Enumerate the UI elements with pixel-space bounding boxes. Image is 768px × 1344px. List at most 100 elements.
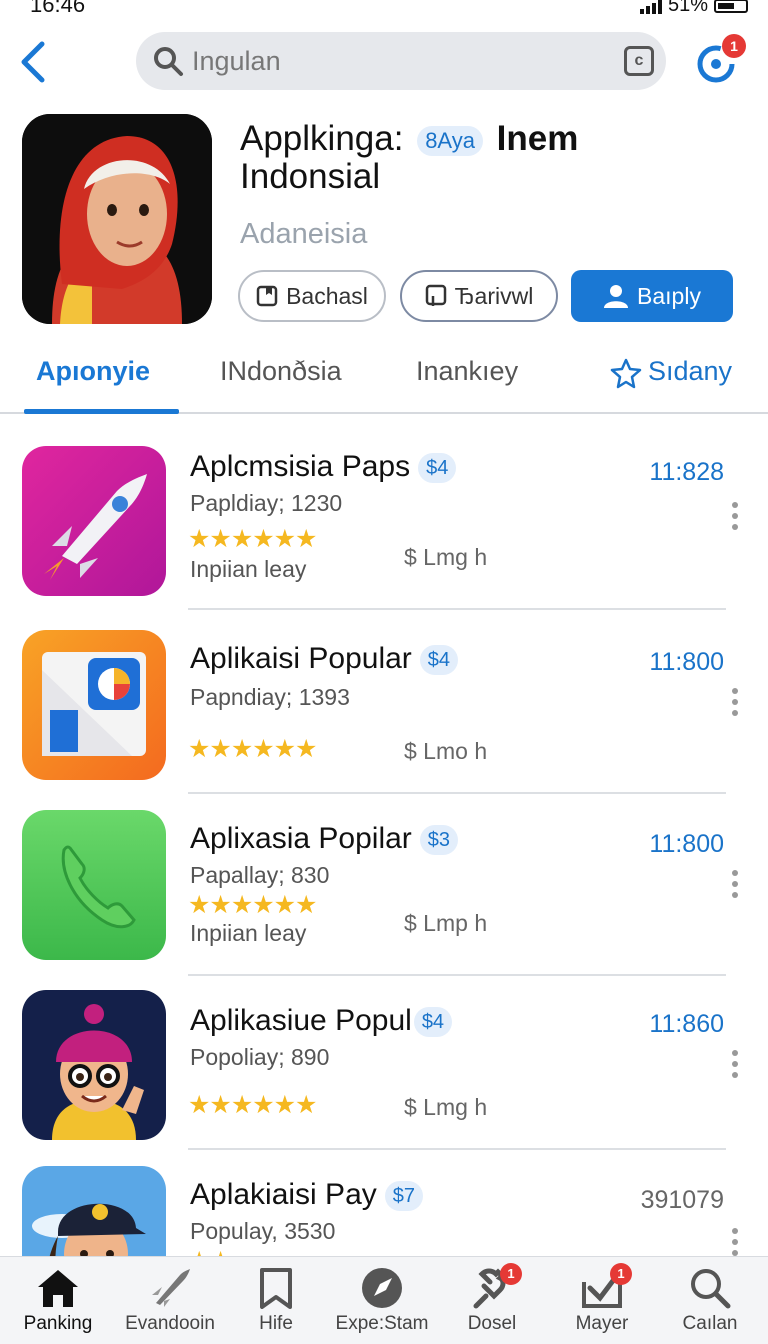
nav-label: Evandooin — [125, 1313, 215, 1334]
nav-label: Hife — [259, 1313, 293, 1334]
inbox-icon: 1 — [554, 1263, 650, 1313]
app-icon — [22, 630, 166, 780]
apply-button-label: Baıply — [637, 282, 701, 309]
nav-saved[interactable]: Hife — [228, 1263, 324, 1343]
app-header: Applkinga: 8Aya Inem Indonsial Adaneisia… — [0, 114, 768, 334]
nav-trending[interactable]: Evandooin — [122, 1263, 218, 1343]
price-badge: $4 — [418, 453, 457, 484]
price-badge: $7 — [384, 1181, 424, 1212]
price-badge: $4 — [413, 1007, 453, 1038]
app-time: 11:860 — [649, 1010, 724, 1038]
plug-icon: 1 — [444, 1263, 540, 1313]
star-rating: ★★ — [188, 1246, 231, 1256]
divider — [188, 608, 726, 610]
more-options-icon[interactable] — [732, 502, 742, 535]
divider — [188, 974, 726, 976]
app-time: 11:828 — [649, 458, 724, 486]
app-tag: Inpiian leay — [190, 920, 307, 946]
divider — [188, 1148, 726, 1150]
app-name-text: Aplcmsisia Paps — [190, 450, 411, 483]
search-icon — [154, 47, 183, 76]
app-name-text: Aplakiaisi Pay — [190, 1178, 377, 1211]
tab-indonesia[interactable]: INdonðsia — [220, 356, 342, 387]
status-time: 16:46 — [30, 0, 86, 17]
bookmark-icon — [228, 1263, 324, 1313]
updates-button[interactable]: 1 — [692, 34, 746, 88]
apply-button[interactable]: Baıply — [571, 270, 733, 322]
app-name-text: Aplixasia Popilar — [190, 822, 412, 855]
app-time: 11:800 — [649, 830, 724, 858]
notification-badge: 1 — [500, 1263, 522, 1285]
more-options-icon[interactable] — [732, 688, 742, 721]
app-name-text: Aplikasiue Popul — [190, 1004, 412, 1037]
divider — [188, 792, 726, 794]
star-rating: ★★★★★★ — [188, 891, 317, 919]
tab-apps[interactable]: Apıonyie — [36, 356, 150, 387]
app-icon — [22, 114, 212, 324]
app-meta: $ Lmg h — [404, 544, 488, 570]
phone-icon — [22, 810, 166, 960]
top-bar: c 1 — [0, 30, 768, 94]
app-popularity: Papldiay; 1230 — [190, 490, 343, 516]
app-title-pill: 8Aya — [417, 125, 483, 156]
app-subtitle: Adaneisia — [240, 218, 368, 250]
tab-saved[interactable]: Sıdany — [610, 356, 732, 389]
search-icon — [662, 1263, 758, 1313]
nav-downloads[interactable]: 1 Dosel — [444, 1263, 540, 1343]
price-badge: $3 — [419, 825, 459, 856]
tab-bar: Apıonyie INdonðsia Inankıey Sıdany — [0, 340, 768, 414]
explore-icon — [334, 1263, 430, 1313]
tab-ranking[interactable]: Inankıey — [416, 356, 518, 387]
nav-label: Caılan — [682, 1313, 738, 1334]
star-rating: ★★★★★★ — [188, 525, 317, 553]
search-input[interactable] — [192, 42, 592, 80]
nav-ranking[interactable]: Panking — [10, 1263, 106, 1343]
app-popularity: Popoliay; 890 — [190, 1044, 330, 1070]
share-button[interactable]: Ђarivwl — [400, 270, 558, 322]
status-indicators: 51% — [639, 0, 748, 17]
app-title-line2: Indonsial — [240, 157, 381, 196]
rocket-icon — [122, 1263, 218, 1313]
scan-icon[interactable]: c — [624, 46, 654, 76]
app-popularity: Papallay; 830 — [190, 862, 330, 888]
star-rating: ★★★★★★ — [188, 735, 317, 763]
notification-badge: 1 — [610, 1263, 632, 1285]
app-name: Aplcmsisia Paps $4 — [190, 450, 457, 484]
nav-account[interactable]: 1 Mayer — [554, 1263, 650, 1343]
star-rating: ★★★★★★ — [188, 1091, 317, 1119]
app-tag: Inpiian leay — [190, 556, 307, 582]
nav-search[interactable]: Caılan — [662, 1263, 758, 1343]
app-name: Aplikaisi Popular $4 — [190, 642, 459, 676]
app-time: 391079 — [640, 1186, 724, 1214]
nav-label: Mayer — [575, 1313, 629, 1334]
app-name: Aplixasia Popilar $3 — [190, 822, 459, 856]
app-title-part1: Applkinga: — [240, 119, 404, 158]
app-meta: $ Lmo h — [404, 738, 488, 764]
search-bar[interactable]: c — [136, 32, 666, 90]
bookmark-button-label: Bachasl — [286, 282, 368, 309]
avatar-beanie-icon — [22, 990, 166, 1140]
bookmark-button[interactable]: Bachasl — [238, 270, 386, 322]
app-name-text: Aplikaisi Popular — [190, 642, 412, 675]
tab-saved-label: Sıdany — [648, 356, 733, 386]
nav-explore[interactable]: Expe:Stam — [334, 1263, 430, 1343]
bookmark-icon — [256, 285, 278, 307]
hijab-avatar-icon — [22, 114, 212, 324]
active-tab-indicator — [24, 409, 179, 414]
star-outline-icon — [610, 358, 642, 389]
nav-label: Panking — [23, 1313, 93, 1334]
app-popularity: Populay, 3530 — [190, 1218, 336, 1244]
app-title: Applkinga: 8Aya Inem Indonsial — [240, 120, 740, 196]
battery-percent: 51% — [667, 0, 708, 16]
rocket-icon — [22, 446, 166, 596]
chevron-left-icon — [21, 41, 45, 83]
app-title-part2: Inem — [496, 119, 579, 158]
bottom-nav: Panking Evandooin Hife Expe:Stam 1 Dosel… — [0, 1256, 768, 1344]
app-name: Aplakiaisi Pay $7 — [190, 1178, 424, 1212]
status-bar: 16:46 51% — [0, 0, 768, 20]
battery-icon — [714, 0, 748, 13]
back-button[interactable] — [14, 38, 54, 86]
more-options-icon[interactable] — [732, 870, 742, 903]
more-options-icon[interactable] — [732, 1050, 742, 1083]
update-badge: 1 — [722, 34, 746, 58]
